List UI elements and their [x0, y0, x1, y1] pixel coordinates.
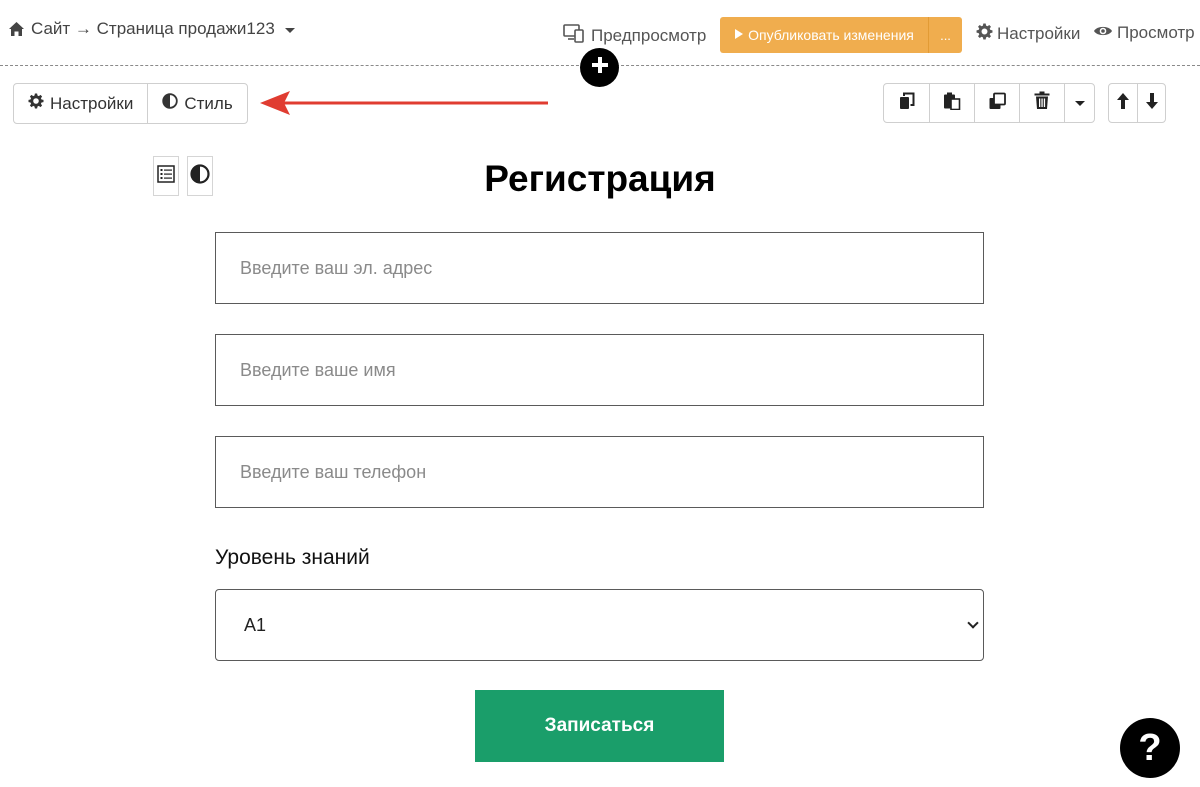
- preview-label: Предпросмотр: [591, 25, 707, 45]
- view-link[interactable]: Просмотр: [1093, 23, 1195, 43]
- name-field[interactable]: Введите ваше имя: [215, 334, 984, 406]
- tab-style[interactable]: Стиль: [147, 84, 246, 123]
- annotation-arrow: [258, 88, 553, 123]
- breadcrumb-label: Сайт → Страница продажи123: [31, 19, 275, 38]
- move-down-button[interactable]: [1137, 84, 1165, 122]
- help-button[interactable]: ?: [1120, 718, 1180, 778]
- form-title: Регистрация: [484, 158, 716, 199]
- publish-more-button[interactable]: ...: [928, 17, 962, 53]
- block-tabs: Настройки Стиль: [13, 83, 248, 124]
- duplicate-icon: [988, 92, 1006, 115]
- submit-button[interactable]: Записаться: [475, 690, 724, 762]
- arrow-down-icon: [1145, 92, 1159, 115]
- top-settings-label: Настройки: [997, 24, 1081, 43]
- email-field[interactable]: Введите ваш эл. адрес: [215, 232, 984, 304]
- plus-icon: [590, 55, 610, 80]
- duplicate-button[interactable]: [974, 84, 1019, 122]
- add-block-button[interactable]: [580, 48, 619, 87]
- eye-icon: [1093, 23, 1113, 43]
- tab-style-label: Стиль: [184, 93, 233, 113]
- publish-group: Опубликовать изменения ...: [720, 17, 962, 53]
- paste-button[interactable]: [929, 84, 974, 122]
- level-select[interactable]: A1: [215, 589, 984, 661]
- tab-settings[interactable]: Настройки: [14, 84, 147, 123]
- more-actions-dropdown[interactable]: [1064, 84, 1094, 122]
- tab-settings-label: Настройки: [50, 93, 134, 113]
- caret-down-icon: [1074, 100, 1085, 106]
- paste-icon: [943, 92, 961, 115]
- gear-icon: [976, 23, 993, 45]
- preview-link[interactable]: Предпросмотр: [563, 23, 706, 48]
- devices-icon: [563, 23, 585, 48]
- half-circle-icon: [162, 93, 179, 114]
- top-settings-link[interactable]: Настройки: [976, 23, 1080, 45]
- delete-button[interactable]: [1019, 84, 1064, 122]
- level-label: Уровень знаний: [215, 546, 370, 569]
- trash-icon: [1034, 91, 1050, 115]
- copy-button[interactable]: [884, 84, 929, 122]
- view-label: Просмотр: [1117, 23, 1195, 42]
- copy-icon: [899, 92, 915, 115]
- arrow-up-icon: [1116, 92, 1130, 115]
- gear-icon: [28, 93, 44, 114]
- breadcrumb[interactable]: Сайт → Страница продажи123: [8, 19, 295, 39]
- level-select-value: A1: [244, 614, 267, 635]
- publish-label: Опубликовать изменения: [748, 27, 914, 43]
- caret-down-icon: [284, 27, 295, 33]
- move-up-button[interactable]: [1109, 84, 1137, 122]
- publish-button[interactable]: Опубликовать изменения: [720, 17, 928, 53]
- home-icon: [8, 21, 25, 37]
- play-icon: [734, 27, 744, 43]
- move-actions: [1108, 83, 1166, 123]
- phone-field[interactable]: Введите ваш телефон: [215, 436, 984, 508]
- chevron-down-icon: [967, 617, 979, 629]
- block-actions: [883, 83, 1095, 123]
